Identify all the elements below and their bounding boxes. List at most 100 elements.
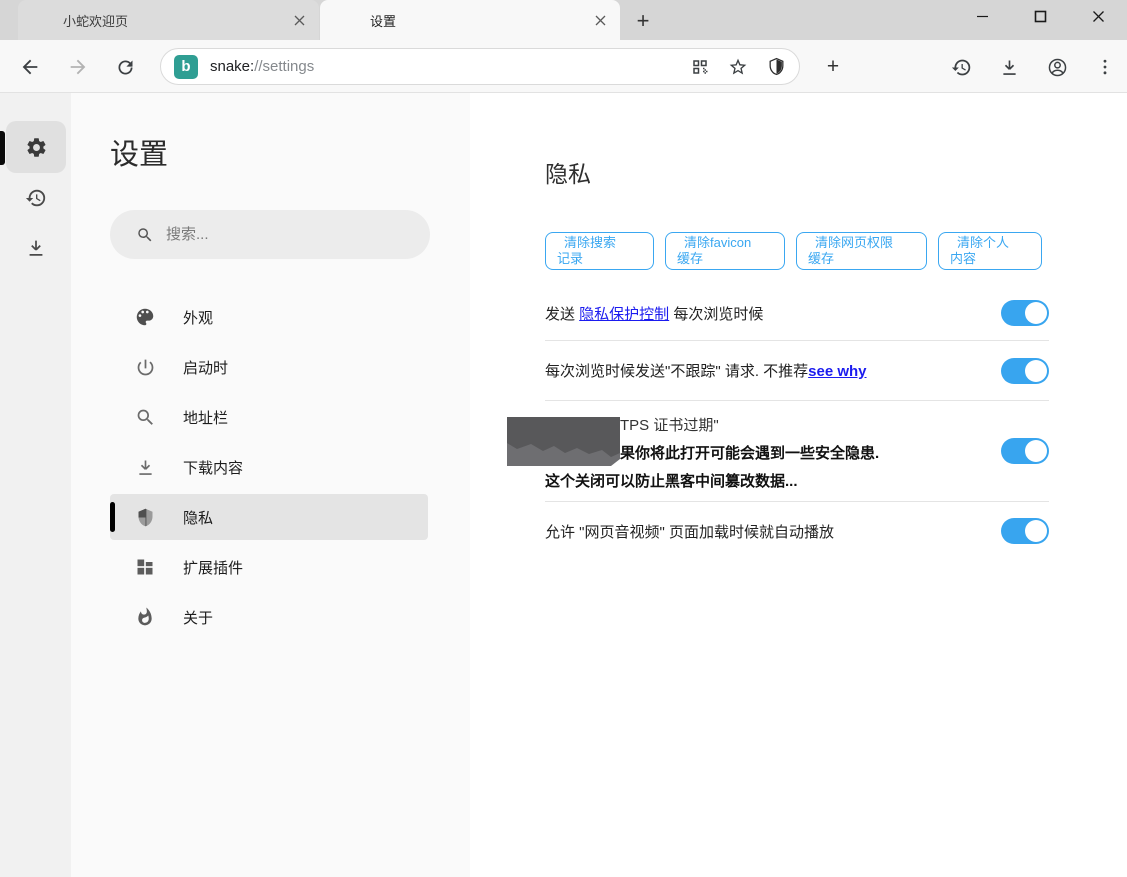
sidebar-item-label: 启动时 (183, 357, 228, 378)
flame-icon (133, 605, 157, 629)
download-icon (133, 455, 157, 479)
page-title: 隐私 (545, 155, 591, 189)
sidebar-item-label: 关于 (183, 607, 213, 628)
settings-rows: 发送 隐私保护控制 每次浏览时候 每次浏览时候发送"不跟踪" 请求. 不推荐se… (545, 286, 1049, 560)
sidebar-item-label: 隐私 (183, 507, 213, 528)
settings-search[interactable] (110, 210, 430, 259)
forward-button[interactable] (64, 53, 92, 81)
address-bar[interactable]: b snake://settings (160, 48, 800, 85)
minimize-button[interactable] (953, 0, 1011, 32)
setting-label: 发送 隐私保护控制 每次浏览时候 (545, 303, 1001, 324)
extensions-icon (133, 555, 157, 579)
button-line: 内容 (950, 251, 976, 266)
close-window-button[interactable] (1069, 0, 1127, 32)
search-icon (133, 405, 157, 429)
clear-site-permissions-button[interactable]: 清除网页权限 缓存 (796, 232, 927, 270)
button-line: 缓存 (808, 251, 834, 266)
sidebar-item-startup[interactable]: 启动时 (71, 342, 470, 392)
privacy-settings-panel: 隐私 清除搜索 记录 清除favicon 缓存 清除网页权限 缓存 清除个人 内… (470, 93, 1127, 877)
label-line: 这个关闭可以防止黑客中间篡改数据... (545, 468, 1001, 496)
clear-personal-content-button[interactable]: 清除个人 内容 (938, 232, 1042, 270)
url-text: snake://settings (210, 58, 685, 75)
close-tab-icon[interactable] (287, 8, 311, 32)
tab-title: 小蛇欢迎页 (18, 11, 287, 30)
toggle-switch[interactable] (1001, 358, 1049, 384)
privacy-shield-icon[interactable] (761, 52, 791, 82)
toggle-knob (1025, 520, 1047, 542)
profile-icon[interactable] (1043, 53, 1071, 81)
toolbar-add-button[interactable]: + (819, 53, 847, 81)
button-line: 清除网页权限 (808, 235, 926, 251)
qr-code-icon[interactable] (685, 52, 715, 82)
side-rail (0, 93, 71, 877)
toggle-knob (1025, 440, 1047, 462)
tab-welcome[interactable]: 小蛇欢迎页 (18, 0, 319, 40)
browser-toolbar: b snake://settings + (0, 40, 1127, 93)
button-line: 缓存 (677, 251, 703, 266)
sidebar-item-appearance[interactable]: 外观 (71, 292, 470, 342)
new-tab-button[interactable]: + (630, 8, 656, 34)
reload-button[interactable] (111, 53, 139, 81)
browser-window: 小蛇欢迎页 设置 + (0, 0, 1127, 877)
tab-title: 设置 (320, 11, 588, 30)
site-favicon: b (174, 55, 198, 79)
button-line: 清除个人 (950, 235, 1041, 251)
label-text: 每次浏览时候发送"不跟踪" 请求. 不推荐 (545, 363, 808, 380)
close-tab-icon[interactable] (588, 8, 612, 32)
setting-row-autoplay: 允许 "网页音视频" 页面加载时候就自动播放 (545, 502, 1049, 560)
privacy-control-link[interactable]: 隐私保护控制 (579, 306, 669, 323)
setting-label: TPS 证书过期" 果你将此打开可能会遇到一些安全隐患. 这个关闭可以防止黑客中… (545, 406, 1001, 496)
rail-settings-gear-icon[interactable] (16, 127, 56, 167)
clear-favicon-cache-button[interactable]: 清除favicon 缓存 (665, 232, 785, 270)
window-controls (953, 0, 1127, 32)
rail-history-icon[interactable] (16, 178, 56, 218)
sidebar-item-label: 下载内容 (183, 457, 243, 478)
bookmark-star-icon[interactable] (723, 52, 753, 82)
url-path: //settings (254, 58, 314, 75)
sidebar-item-privacy[interactable]: 隐私 (110, 494, 428, 540)
sidebar-item-addressbar[interactable]: 地址栏 (71, 392, 470, 442)
downloads-icon[interactable] (995, 53, 1023, 81)
history-icon[interactable] (947, 53, 975, 81)
search-icon (136, 226, 154, 244)
tab-settings[interactable]: 设置 (320, 0, 620, 40)
sidebar-item-about[interactable]: 关于 (71, 592, 470, 642)
toggle-switch[interactable] (1001, 438, 1049, 464)
power-icon (133, 355, 157, 379)
setting-label: 允许 "网页音视频" 页面加载时候就自动播放 (545, 521, 1001, 542)
rail-active-indicator (0, 131, 5, 165)
selected-indicator (110, 502, 115, 532)
menu-dots-icon[interactable] (1091, 53, 1119, 81)
maximize-button[interactable] (1011, 0, 1069, 32)
rail-downloads-icon[interactable] (16, 228, 56, 268)
see-why-link[interactable]: see why (808, 363, 866, 380)
sidebar-item-label: 扩展插件 (183, 557, 243, 578)
sidebar-item-label: 外观 (183, 307, 213, 328)
search-input[interactable] (166, 226, 396, 243)
settings-title: 设置 (110, 131, 168, 173)
setting-row-privacy-control: 发送 隐私保护控制 每次浏览时候 (545, 286, 1049, 341)
label-text: 发送 (545, 306, 579, 323)
sidebar-item-downloads[interactable]: 下载内容 (71, 442, 470, 492)
setting-row-do-not-track: 每次浏览时候发送"不跟踪" 请求. 不推荐see why (545, 341, 1049, 401)
tab-bar: 小蛇欢迎页 设置 + (0, 0, 1127, 40)
sidebar-item-extensions[interactable]: 扩展插件 (71, 542, 470, 592)
settings-nav-list: 外观 启动时 地址栏 下载内容 (71, 292, 470, 642)
setting-label: 每次浏览时候发送"不跟踪" 请求. 不推荐see why (545, 360, 1001, 381)
label-line: TPS 证书过期" (620, 412, 1001, 440)
palette-icon (133, 305, 157, 329)
toggle-knob (1025, 360, 1047, 382)
toggle-switch[interactable] (1001, 300, 1049, 326)
back-button[interactable] (16, 53, 44, 81)
label-line: 果你将此打开可能会遇到一些安全隐患. (620, 440, 1001, 468)
settings-sidebar: 设置 外观 启动时 地址栏 (71, 93, 470, 877)
button-line: 清除favicon (677, 235, 784, 251)
clear-search-history-button[interactable]: 清除搜索 记录 (545, 232, 654, 270)
button-line: 记录 (557, 251, 583, 266)
toggle-knob (1025, 302, 1047, 324)
clear-buttons-row: 清除搜索 记录 清除favicon 缓存 清除网页权限 缓存 清除个人 内容 (545, 232, 1042, 270)
toggle-switch[interactable] (1001, 518, 1049, 544)
button-line: 清除搜索 (557, 235, 653, 251)
setting-row-https-certificate: TPS 证书过期" 果你将此打开可能会遇到一些安全隐患. 这个关闭可以防止黑客中… (545, 401, 1049, 502)
sidebar-item-label: 地址栏 (183, 407, 228, 428)
